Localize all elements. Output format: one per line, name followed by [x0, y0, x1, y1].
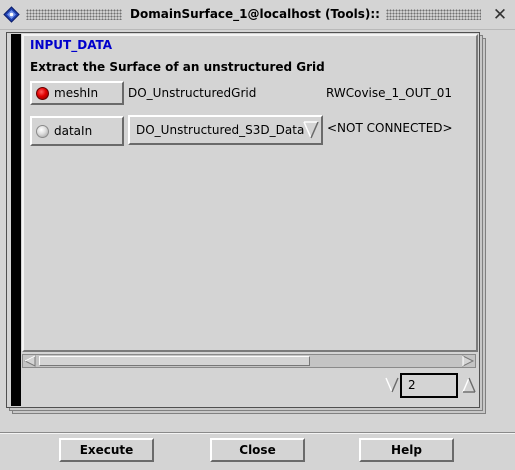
triangle-down-icon[interactable]	[302, 120, 320, 140]
stepper-up-icon[interactable]	[461, 376, 477, 394]
port-label: dataIn	[54, 124, 93, 138]
datain-port-button[interactable]: dataIn	[30, 116, 124, 146]
port-status-disconnected-icon	[36, 124, 49, 138]
frame-left-border	[11, 34, 21, 406]
datain-type-dropdown[interactable]: DO_Unstructured_S3D_Data	[128, 115, 323, 145]
scrollbar-thumb[interactable]	[39, 356, 310, 366]
window-close-icon[interactable]: ✕	[490, 5, 510, 25]
stepper-value-field[interactable]: 2	[400, 373, 458, 398]
help-button[interactable]: Help	[359, 438, 454, 462]
scroll-right-icon[interactable]	[462, 355, 474, 367]
app-icon[interactable]	[3, 6, 20, 23]
close-button[interactable]: Close	[210, 438, 305, 462]
port-label: meshIn	[54, 86, 99, 100]
meshin-data-type: DO_UnstructuredGrid	[128, 86, 257, 100]
dropdown-selected-value: DO_Unstructured_S3D_Data	[136, 123, 305, 137]
execute-button[interactable]: Execute	[59, 438, 154, 462]
stepper-down-icon[interactable]	[384, 376, 400, 394]
footer-separator	[0, 432, 515, 434]
module-description: Extract the Surface of an unstructured G…	[30, 60, 325, 74]
meshin-connection: RWCovise_1_OUT_01	[326, 86, 452, 100]
port-status-connected-icon	[36, 86, 49, 100]
section-title: INPUT_DATA	[30, 38, 113, 52]
datain-connection: <NOT CONNECTED>	[327, 121, 453, 135]
window-title: DomainSurface_1@localhost (Tools)::	[130, 7, 380, 21]
meshin-port-button[interactable]: meshIn	[30, 81, 124, 105]
title-bar-grip-left	[26, 9, 122, 20]
title-bar-grip-right	[386, 9, 481, 20]
scroll-left-icon[interactable]	[24, 355, 36, 367]
